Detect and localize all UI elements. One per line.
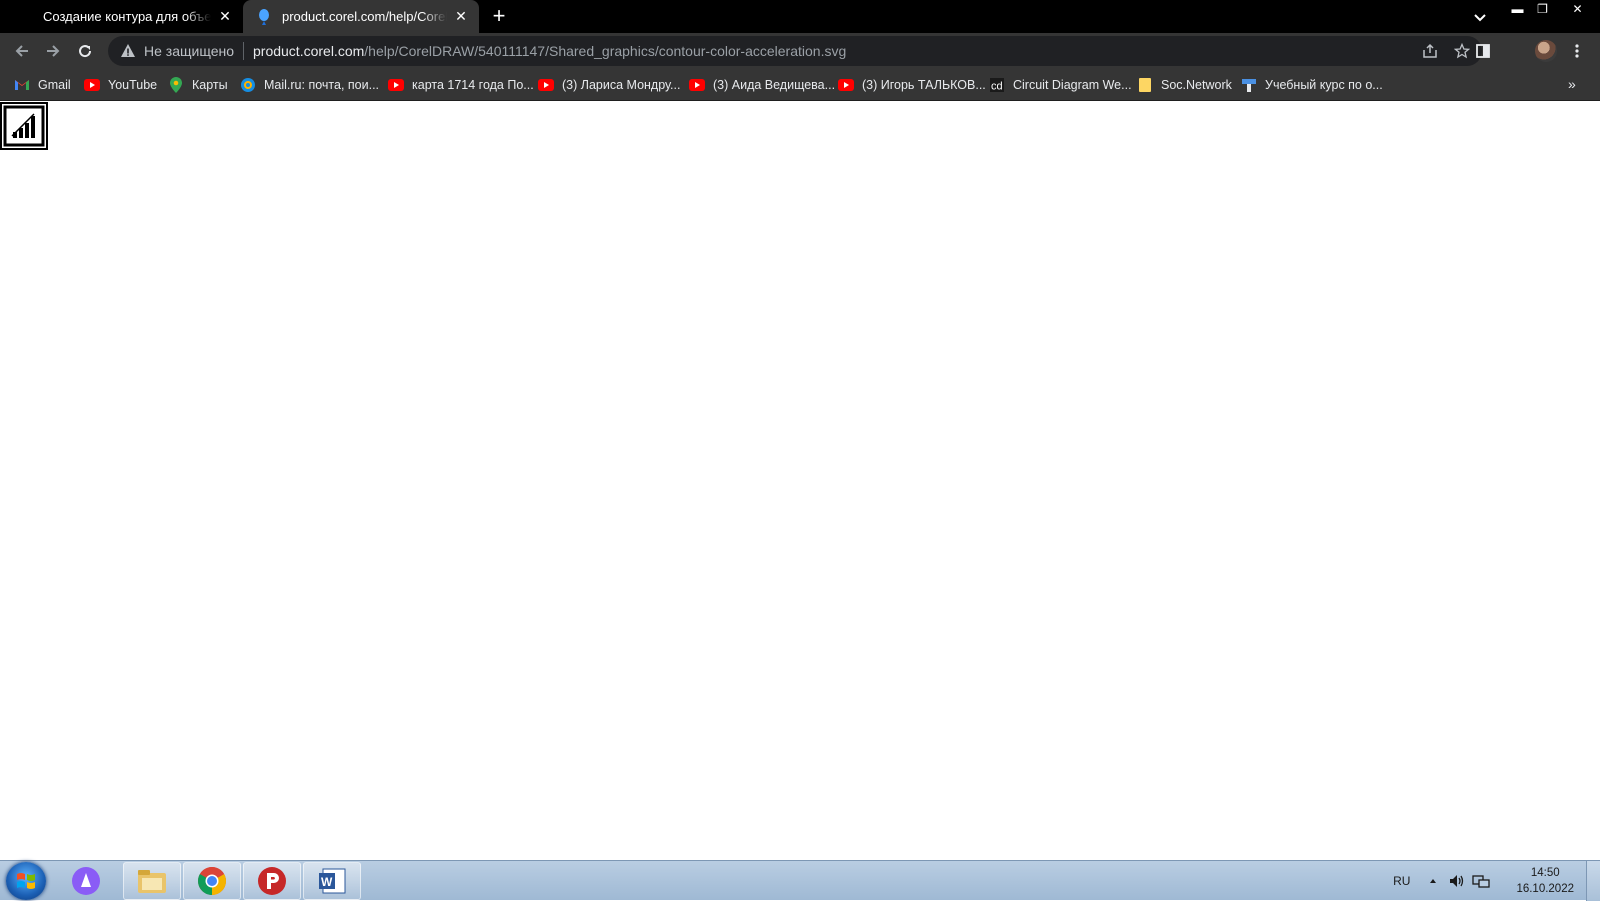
windows-start-button[interactable] [6,862,46,900]
minimize-icon[interactable]: ▬ [1505,0,1530,17]
bookmark-folder-soc-network[interactable]: Soc.Network [1137,75,1232,95]
contour-color-acceleration-graphic [0,102,48,150]
address-bar[interactable]: Не защищено product.corel.com/help/Corel… [108,36,1482,66]
bookmark-label: Gmail [38,78,71,92]
side-panel-icon[interactable] [1472,40,1494,62]
tab-search-chevron-icon[interactable] [1471,8,1489,26]
maps-pin-icon [168,77,184,93]
bookmark-label: (3) Аида Ведищева... [713,78,836,92]
window-close-icon[interactable]: ✕ [1555,0,1600,17]
mailru-icon [240,77,256,93]
close-icon[interactable]: ✕ [453,8,469,25]
window-controls: ▬ ❐ ✕ [1505,0,1600,17]
divider [243,42,244,60]
windows-taskbar: W RU 14:50 16.10.2022 [0,860,1600,901]
bookmarks-overflow-chevron[interactable]: » [1568,76,1576,92]
page-content [0,101,1600,860]
new-tab-button[interactable]: + [488,5,510,28]
bookmark-label: (3) Игорь ТАЛЬКОВ... [862,78,986,92]
bookmark-maps[interactable]: Карты [168,75,228,95]
chrome-icon[interactable] [183,862,241,900]
share-icon[interactable] [1420,40,1440,62]
file-explorer-icon[interactable] [123,862,181,900]
bookmark-youtube[interactable]: YouTube [84,75,157,95]
course-icon [1241,77,1257,93]
clock-time: 14:50 [1530,867,1560,879]
bookmark-karta-1714[interactable]: карта 1714 года По... [388,75,534,95]
bookmark-circuit-diagram[interactable]: cd Circuit Diagram We... [989,75,1132,95]
reload-icon[interactable] [73,39,97,63]
close-icon[interactable]: ✕ [217,8,233,25]
url-path: /help/CorelDRAW/540111147/Shared_graphic… [364,43,847,59]
language-indicator[interactable]: RU [1393,874,1410,888]
restore-icon[interactable]: ❐ [1530,0,1555,17]
security-status[interactable]: Не защищено [144,43,234,59]
system-tray: RU 14:50 16.10.2022 [1393,861,1600,901]
bookmark-igor-talkov[interactable]: (3) Игорь ТАЛЬКОВ... [838,75,986,95]
bookmark-larisa-mondrus[interactable]: (3) Лариса Мондру... [538,75,680,95]
tab-svg-file[interactable]: product.corel.com/help/CorelDRAW ✕ [243,0,479,33]
bookmark-label: Карты [192,78,228,92]
system-clock[interactable]: 14:50 16.10.2022 [1516,865,1574,897]
bookmark-label: YouTube [108,78,158,92]
browser-toolbar: Не защищено product.corel.com/help/Corel… [0,33,1600,69]
bookmark-gmail[interactable]: Gmail [14,75,71,95]
forward-arrow-icon[interactable] [41,39,65,63]
bookmark-label: Учебный курс по о... [1265,78,1383,92]
bookmark-label: Mail.ru: почта, пои... [264,78,380,92]
svg-text:W: W [321,875,333,889]
url-text[interactable]: product.corel.com/help/CorelDRAW/5401111… [253,43,846,59]
show-hidden-icons-arrow[interactable] [1424,872,1442,890]
gmail-icon [14,77,30,93]
youtube-icon [838,77,854,93]
omnibox-actions [1420,40,1472,62]
tab-title: Создание контура для объектов [43,9,211,24]
youtube-icon [388,77,404,93]
svg-text:cd: cd [991,81,1003,93]
tab-contour-help[interactable]: Создание контура для объектов ✕ [0,0,243,33]
bookmark-label: Circuit Diagram We... [1013,78,1132,92]
bookmark-label: (3) Лариса Мондру... [562,78,681,92]
corel-balloon-icon [256,8,272,25]
tab-strip: Создание контура для объектов ✕ product.… [0,0,1600,33]
youtube-icon [84,77,100,93]
microsoft-word-icon[interactable]: W [303,862,361,900]
bookmark-aida-vedishcheva[interactable]: (3) Аида Ведищева... [689,75,835,95]
folder-icon [1137,77,1153,93]
warning-triangle-icon[interactable] [120,43,136,59]
volume-icon[interactable] [1448,872,1466,890]
menu-kebab-icon[interactable] [1566,40,1588,62]
show-desktop-button[interactable] [1586,861,1600,901]
bookmarks-bar: Gmail YouTube Карты Mail.ru: почта, пои.… [0,69,1600,101]
clock-date: 16.10.2022 [1516,883,1574,895]
url-host: product.corel.com [253,43,365,59]
alice-assistant-icon[interactable] [65,862,107,900]
circuit-diagram-icon: cd [989,77,1005,93]
youtube-icon [689,77,705,93]
bookmark-label: карта 1714 года По... [412,78,534,92]
youtube-icon [538,77,554,93]
back-arrow-icon[interactable] [10,39,34,63]
network-icon[interactable] [1472,872,1491,890]
bookmark-mailru[interactable]: Mail.ru: почта, пои... [240,75,379,95]
bookmark-label: Soc.Network [1161,78,1232,92]
profile-avatar[interactable] [1535,40,1557,62]
bookmark-uchebny-kurs[interactable]: Учебный курс по о... [1241,75,1383,95]
tab-title: product.corel.com/help/CorelDRAW [282,9,447,24]
punto-switcher-icon[interactable] [243,862,301,900]
bookmark-star-icon[interactable] [1452,40,1472,62]
